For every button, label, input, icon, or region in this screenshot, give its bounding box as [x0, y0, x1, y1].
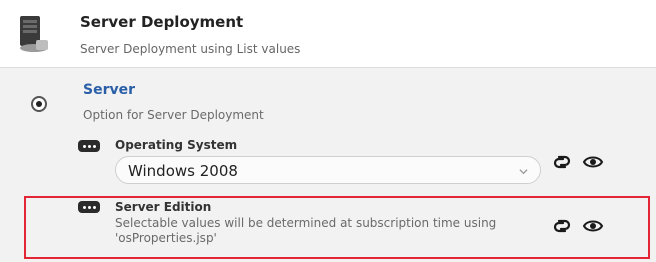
edition-field-note: Selectable values will be determined at … [115, 216, 497, 245]
list-values-icon [78, 201, 100, 213]
eye-icon[interactable] [582, 215, 604, 237]
edition-field-label: Server Edition [115, 200, 212, 214]
link-icon[interactable] [551, 151, 573, 173]
os-select-value: Windows 2008 [128, 162, 238, 180]
deployment-header: Server Deployment Server Deployment usin… [0, 0, 656, 68]
eye-icon[interactable] [582, 151, 604, 173]
os-field-label: Operating System [115, 138, 238, 152]
server-option-radio[interactable] [31, 96, 47, 112]
header-title: Server Deployment [80, 13, 244, 31]
header-subtitle: Server Deployment using List values [80, 42, 301, 56]
option-subtitle: Option for Server Deployment [83, 108, 264, 122]
option-title: Server [83, 82, 136, 98]
os-select[interactable]: Windows 2008 [115, 156, 541, 184]
link-icon[interactable] [551, 215, 573, 237]
chevron-down-icon [519, 169, 528, 175]
server-icon [20, 16, 48, 52]
list-values-icon [78, 140, 100, 152]
